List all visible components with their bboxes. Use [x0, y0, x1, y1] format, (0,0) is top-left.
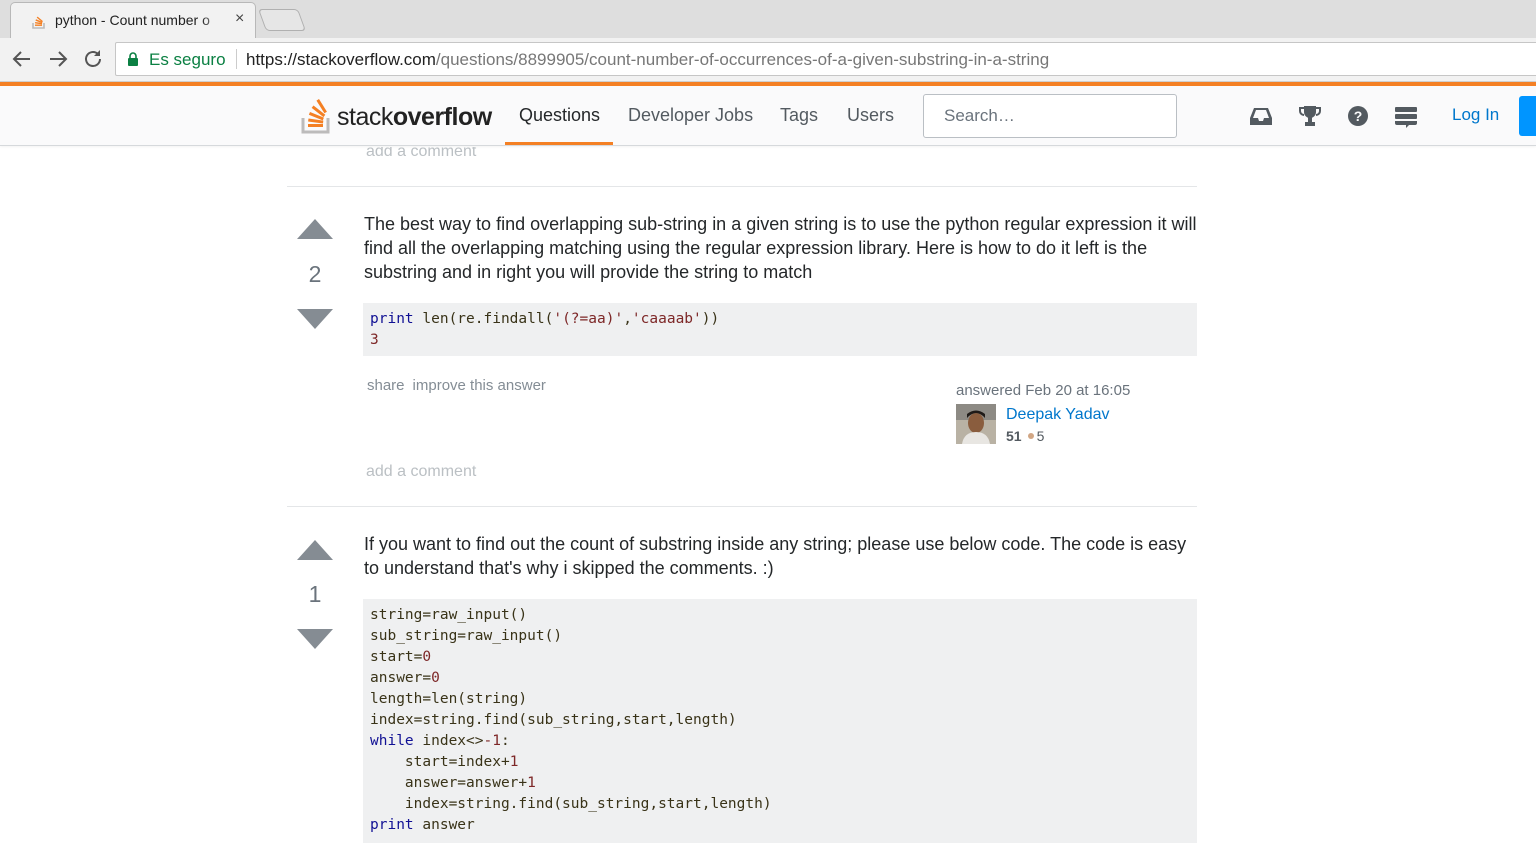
code-block: print len(re.findall('(?=aa)','caaaab'))… [363, 303, 1197, 356]
new-tab-button[interactable] [257, 9, 307, 31]
user-card: answered Feb 20 at 16:05 Deepak Yadav 51… [956, 382, 1196, 444]
nav-active-indicator [505, 142, 613, 145]
site-switcher-icon[interactable] [1393, 104, 1419, 128]
code-block: string=raw_input() sub_string=raw_input(… [363, 599, 1197, 843]
logo-text-light: stack [337, 103, 393, 131]
back-arrow-icon[interactable] [10, 47, 34, 71]
answer-divider [287, 506, 1197, 507]
vote-count: 2 [308, 261, 322, 287]
forward-arrow-icon[interactable] [46, 47, 70, 71]
url-host: https://stackoverflow.com [246, 50, 436, 69]
user-avatar[interactable] [956, 404, 996, 444]
answered-timestamp: answered Feb 20 at 16:05 [956, 382, 1131, 399]
code-line: index=string.find(sub_string,start,lengt… [370, 796, 772, 812]
code-keyword: print [370, 817, 414, 833]
tab-close-icon[interactable]: × [235, 10, 244, 28]
vote-count: 1 [308, 581, 322, 607]
code-line: length=len(string) [370, 691, 528, 707]
code-line: 3 [370, 332, 379, 348]
signup-button[interactable] [1519, 96, 1536, 136]
bronze-badge-count: 5 [1036, 428, 1045, 444]
code-line: print len(re.findall('(?=aa)','caaaab')) [370, 311, 720, 327]
nav-questions[interactable]: Questions [519, 105, 600, 126]
bronze-badge-icon [1027, 433, 1034, 440]
add-comment-link[interactable]: add a comment [366, 463, 476, 481]
nav-tags[interactable]: Tags [780, 105, 818, 126]
code-number: 1 [509, 754, 519, 770]
code-string: 'caaaab' [631, 311, 702, 327]
vote-up-icon[interactable] [297, 540, 333, 560]
nav-users[interactable]: Users [847, 105, 894, 126]
inbox-icon[interactable] [1248, 104, 1274, 128]
stackoverflow-favicon-icon [32, 16, 45, 29]
code-line: start=index+1 [370, 754, 519, 770]
address-bar-separator [236, 49, 237, 69]
tab-title-fade [201, 7, 227, 31]
add-comment-link[interactable]: add a comment [366, 147, 476, 161]
answer-body: If you want to find out the count of sub… [364, 534, 1187, 578]
post-menu: share improve this answer [367, 377, 554, 394]
vote-down-icon[interactable] [297, 629, 333, 649]
address-bar[interactable]: Es seguro https://stackoverflow.com/ques… [115, 42, 1536, 76]
browser-tabstrip: python - Count number o × [0, 0, 1536, 38]
logo-text-bold: overflow [392, 103, 492, 131]
code-line: answer=0 [370, 670, 440, 686]
code-string: '(?=aa)' [553, 311, 624, 327]
code-number: -1 [483, 733, 501, 749]
browser-toolbar: Es seguro https://stackoverflow.com/ques… [0, 38, 1536, 82]
code-line: print answer [370, 817, 475, 833]
reputation-score: 51 [1006, 428, 1022, 444]
code-number: 0 [431, 670, 440, 686]
code-line: string=raw_input() [370, 607, 528, 623]
site-logo[interactable]: stackoverflow [300, 94, 500, 136]
answer-body: The best way to find overlapping sub-str… [364, 214, 1197, 282]
code-line: index=string.find(sub_string,start,lengt… [370, 712, 737, 728]
code-line: while index<>-1: [370, 733, 510, 749]
help-icon[interactable]: ? [1345, 104, 1371, 128]
share-link[interactable]: share [367, 377, 405, 394]
code-number: 1 [527, 775, 536, 791]
improve-answer-link[interactable]: improve this answer [413, 377, 546, 394]
user-reputation: 51 5 [1006, 428, 1044, 444]
search-input[interactable] [923, 94, 1177, 138]
lock-icon [128, 52, 138, 66]
tab-title: python - Count number o [55, 12, 210, 28]
user-name-link[interactable]: Deepak Yadav [1006, 406, 1109, 424]
nav-developer-jobs[interactable]: Developer Jobs [628, 105, 753, 126]
code-line: answer=answer+1 [370, 775, 536, 791]
secure-label: Es seguro [149, 50, 226, 69]
login-link[interactable]: Log In [1452, 105, 1499, 125]
code-number: 0 [422, 649, 432, 665]
browser-tab[interactable]: python - Count number o × [10, 2, 256, 38]
code-keyword: print [370, 311, 414, 327]
trophy-icon[interactable] [1297, 104, 1323, 128]
reload-icon[interactable] [81, 47, 105, 71]
url-text: https://stackoverflow.com/questions/8899… [246, 50, 1049, 70]
vote-up-icon[interactable] [297, 219, 333, 239]
answer-divider [287, 186, 1197, 187]
answers-list: add a comment 2 The best way to find ove… [0, 147, 1536, 864]
code-line: start=0 [370, 649, 432, 665]
code-keyword: while [370, 733, 414, 749]
stackoverflow-logo-icon [301, 98, 330, 134]
logo-wordmark: stackoverflow [337, 103, 492, 132]
svg-text:?: ? [1354, 108, 1363, 124]
url-path: /questions/8899905/count-number-of-occur… [435, 50, 1050, 69]
vote-down-icon[interactable] [297, 309, 333, 329]
site-header: stackoverflow Questions Developer Jobs T… [0, 86, 1536, 146]
code-line: sub_string=raw_input() [370, 628, 563, 644]
